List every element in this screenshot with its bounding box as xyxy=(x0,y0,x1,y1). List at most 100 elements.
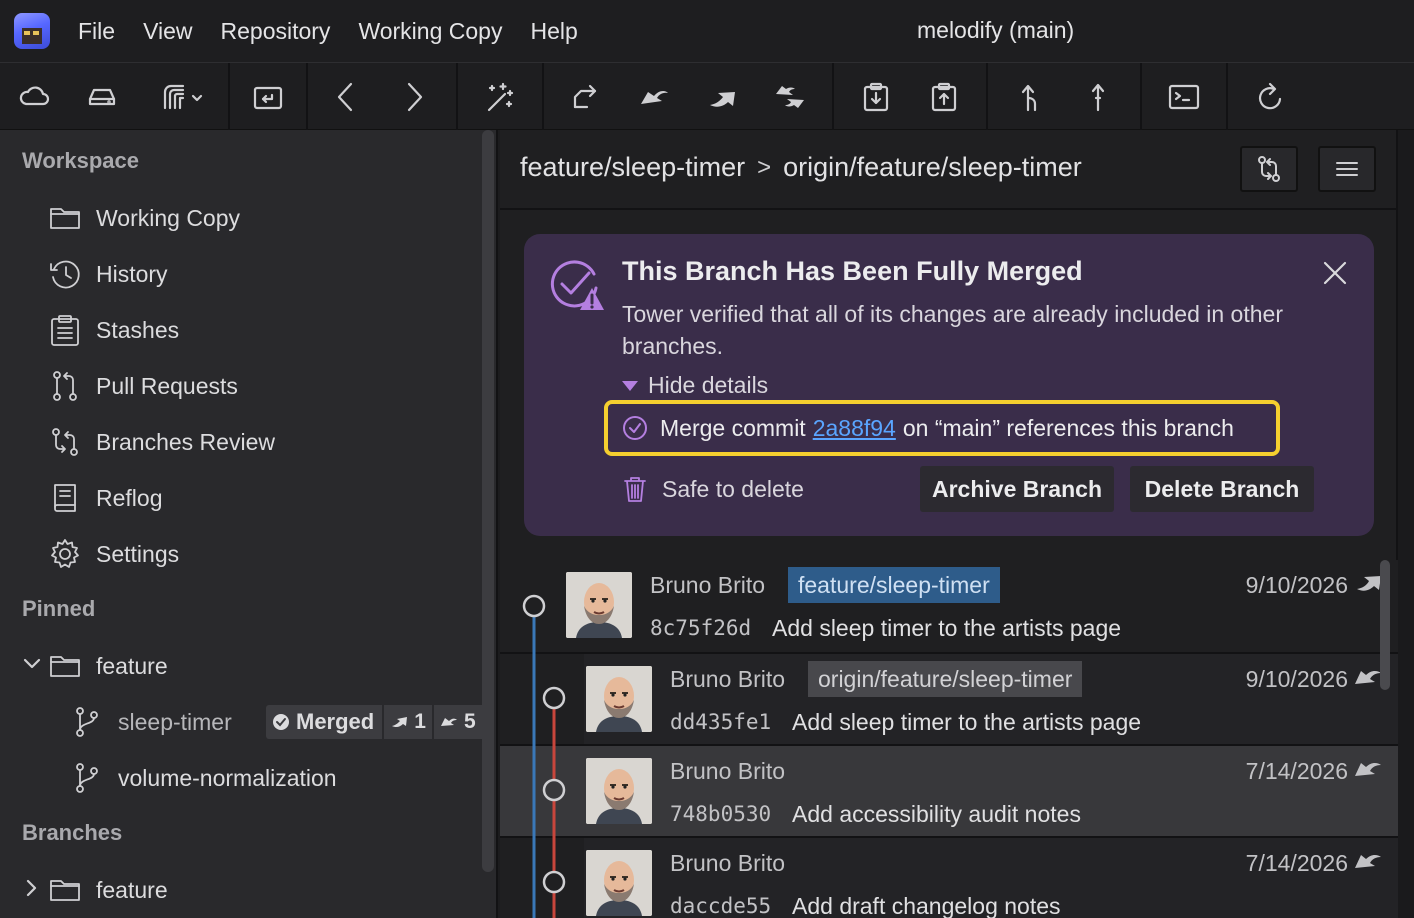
compare-icon xyxy=(1258,156,1280,182)
hide-details-toggle[interactable]: Hide details xyxy=(622,372,768,399)
sync-icon[interactable] xyxy=(770,77,810,117)
menu-repository[interactable]: Repository xyxy=(221,18,331,45)
commit-row[interactable]: Bruno Brito daccde55 Add draft changelog… xyxy=(500,836,1398,918)
merged-banner: This Branch Has Been Fully Merged Tower … xyxy=(524,234,1374,536)
folder-icon xyxy=(50,880,80,901)
branch-icon xyxy=(76,707,98,737)
sidebar-pinned-folder[interactable]: feature xyxy=(48,644,468,688)
merged-warning-icon xyxy=(550,260,604,310)
commit-author: Bruno Brito xyxy=(670,758,786,784)
avatar xyxy=(566,572,632,638)
push-icon xyxy=(1354,572,1382,596)
commit-message: Add draft changelog notes xyxy=(792,893,1061,918)
toggle-label: Hide details xyxy=(648,372,769,398)
archive-branch-button[interactable]: Archive Branch xyxy=(920,466,1114,512)
folder-icon xyxy=(50,656,80,677)
pull-icon[interactable] xyxy=(634,77,674,117)
open-repo-icon[interactable] xyxy=(248,77,288,117)
branch-icon[interactable] xyxy=(1010,77,1050,117)
services-icon[interactable] xyxy=(152,77,212,117)
commit-list: Bruno Brito feature/sleep-timer 8c75f26d… xyxy=(500,560,1398,918)
branch-status-badges: Merged 1 5 xyxy=(266,705,482,739)
breadcrumb-remote-branch[interactable]: origin/feature/sleep-timer xyxy=(783,152,1082,183)
branch-label[interactable]: feature/sleep-timer xyxy=(788,567,1000,603)
compare-branches-button[interactable] xyxy=(1240,146,1298,192)
status-badge-label: Merged xyxy=(296,709,375,734)
sidebar-item-label: sleep-timer xyxy=(118,708,232,735)
app-logo-icon[interactable] xyxy=(14,13,50,49)
tag-icon[interactable] xyxy=(1078,77,1118,117)
magic-wand-icon[interactable] xyxy=(480,77,520,117)
hamburger-icon xyxy=(1336,162,1358,176)
commit-hash: 8c75f26d xyxy=(650,616,752,640)
commit-row[interactable]: Bruno Brito 748b0530 Add accessibility a… xyxy=(500,744,1398,838)
safe-to-delete: Safe to delete xyxy=(622,474,804,504)
branches-review-icon xyxy=(52,428,78,456)
sidebar: Workspace Working Copy History Stashes P… xyxy=(0,130,498,918)
commit-date: 7/14/2026 xyxy=(1245,850,1348,876)
remote-branch-label[interactable]: origin/feature/sleep-timer xyxy=(808,661,1083,697)
status-badge-merged: Merged xyxy=(266,705,383,739)
chevron-down-icon[interactable] xyxy=(22,654,42,674)
commit-author: Bruno Brito xyxy=(670,666,786,692)
sidebar-branch-volume-normalization[interactable]: volume-normalization xyxy=(70,756,490,800)
delete-branch-button[interactable]: Delete Branch xyxy=(1130,466,1314,512)
gear-icon xyxy=(51,539,79,568)
commit-message: Add accessibility audit notes xyxy=(792,801,1081,827)
push-icon[interactable] xyxy=(702,77,742,117)
drive-icon[interactable] xyxy=(82,77,122,117)
breadcrumb-separator: > xyxy=(757,153,772,181)
breadcrumb-local-branch[interactable]: feature/sleep-timer xyxy=(520,152,745,183)
sidebar-item-label: Settings xyxy=(96,540,180,567)
safe-to-delete-label: Safe to delete xyxy=(662,475,804,502)
terminal-icon[interactable] xyxy=(1164,77,1204,117)
sidebar-branches-folder[interactable]: feature xyxy=(48,868,468,912)
menu-working-copy[interactable]: Working Copy xyxy=(358,18,502,45)
commit-row[interactable]: Bruno Brito feature/sleep-timer 8c75f26d… xyxy=(500,560,1398,652)
pull-icon xyxy=(1354,666,1382,690)
avatar xyxy=(586,666,652,732)
sidebar-item-label: Stashes xyxy=(96,316,180,343)
sidebar-item-settings[interactable]: Settings xyxy=(48,532,468,576)
sidebar-item-label: Branches Review xyxy=(96,428,275,455)
sidebar-item-history[interactable]: History xyxy=(48,252,468,296)
fetch-icon[interactable] xyxy=(566,77,606,117)
sidebar-item-pull-requests[interactable]: Pull Requests xyxy=(48,364,468,408)
header-divider xyxy=(500,208,1398,210)
behind-count-badge: 5 xyxy=(433,705,482,739)
sidebar-item-reflog[interactable]: Reflog xyxy=(48,476,468,520)
main-panel: feature/sleep-timer > origin/feature/sle… xyxy=(500,130,1414,918)
forward-icon[interactable] xyxy=(394,77,434,117)
commit-author: Bruno Brito xyxy=(650,572,766,598)
menu-help[interactable]: Help xyxy=(530,18,577,45)
menu-bar: File View Repository Working Copy Help m… xyxy=(0,0,1414,62)
banner-title: This Branch Has Been Fully Merged xyxy=(622,256,1083,286)
triangle-down-icon xyxy=(622,380,638,391)
sidebar-item-working-copy[interactable]: Working Copy xyxy=(48,196,468,240)
check-circle-icon xyxy=(273,714,289,730)
chevron-right-icon[interactable] xyxy=(22,878,42,898)
detail-suffix: on “main” references this branch xyxy=(902,414,1234,441)
sidebar-section-pinned: Pinned xyxy=(22,596,96,621)
menu-button[interactable] xyxy=(1318,146,1376,192)
close-icon[interactable] xyxy=(1320,258,1350,288)
sidebar-item-label: History xyxy=(96,260,168,287)
commit-list-scrollbar[interactable] xyxy=(1380,560,1390,690)
commit-message: Add sleep timer to the artists page xyxy=(792,709,1142,735)
back-icon[interactable] xyxy=(326,77,366,117)
cloud-icon[interactable] xyxy=(14,77,54,117)
refresh-icon[interactable] xyxy=(1250,77,1290,117)
commit-row[interactable]: Bruno Brito origin/feature/sleep-timer d… xyxy=(500,652,1398,746)
menu-view[interactable]: View xyxy=(143,18,192,45)
stash-icon[interactable] xyxy=(856,77,896,117)
menu-file[interactable]: File xyxy=(78,18,115,45)
merge-commit-link[interactable]: 2a88f94 xyxy=(813,415,896,442)
pull-icon xyxy=(440,718,457,726)
sidebar-item-stashes[interactable]: Stashes xyxy=(48,308,468,352)
clipboard-icon xyxy=(51,315,79,346)
pull-icon xyxy=(1354,850,1382,874)
sidebar-item-branches-review[interactable]: Branches Review xyxy=(48,420,468,464)
merge-commit-detail: Merge commit 2a88f94 on “main” reference… xyxy=(604,400,1280,456)
pop-stash-icon[interactable] xyxy=(924,77,964,117)
commit-hash: daccde55 xyxy=(670,894,772,918)
